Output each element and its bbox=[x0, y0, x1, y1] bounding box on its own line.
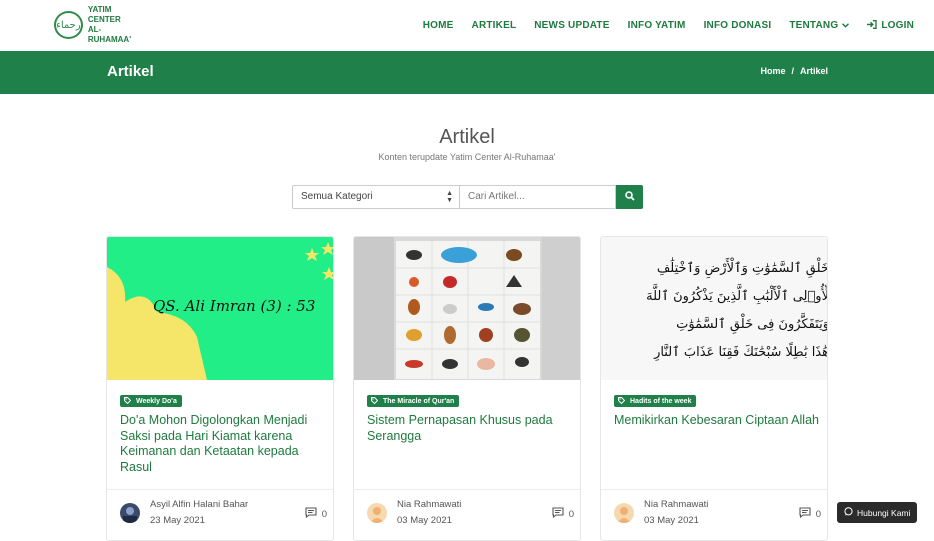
comment-count[interactable]: 0 bbox=[305, 507, 327, 521]
nav-tentang[interactable]: TENTANG bbox=[789, 20, 850, 31]
breadcrumb-separator: / bbox=[791, 66, 794, 76]
comment-count-value: 0 bbox=[321, 508, 327, 520]
login-icon bbox=[867, 19, 877, 32]
comment-count[interactable]: 0 bbox=[552, 507, 574, 521]
article-title[interactable]: Do'a Mohon Digolongkan Menjadi Saksi pad… bbox=[120, 413, 325, 475]
section-subtitle: Konten terupdate Yatim Center Al-Ruhamaa… bbox=[378, 152, 556, 162]
breadcrumb-home[interactable]: Home bbox=[760, 66, 785, 76]
post-date: 03 May 2021 bbox=[397, 515, 452, 526]
author-name: Asyil Alfin Halani Bahar bbox=[150, 499, 249, 510]
nav-login-label: LOGIN bbox=[881, 20, 914, 31]
category-select-value: Semua Kategori bbox=[301, 191, 373, 202]
comment-icon bbox=[799, 507, 811, 521]
main-menu: HOME ARTIKEL NEWS UPDATE INFO YATIM INFO… bbox=[405, 0, 914, 51]
comment-icon bbox=[305, 507, 317, 521]
breadcrumb-current: Artikel bbox=[799, 66, 828, 76]
comment-count-value: 0 bbox=[568, 508, 574, 520]
page-banner: Artikel Home / Artikel bbox=[0, 51, 934, 94]
article-meta: Nia Rahmawati 03 May 2021 0 bbox=[354, 489, 580, 540]
search-icon bbox=[624, 188, 635, 206]
top-navbar: رحماء YATIM CENTER AL-RUHAMAA' HOME ARTI… bbox=[0, 0, 934, 51]
nav-info-yatim[interactable]: INFO YATIM bbox=[628, 20, 686, 31]
nav-home[interactable]: HOME bbox=[423, 20, 454, 31]
logo-text: YATIM CENTER AL-RUHAMAA' bbox=[88, 5, 144, 45]
comment-icon bbox=[552, 507, 564, 521]
category-select[interactable]: Semua Kategori ▲ ▼ bbox=[292, 185, 460, 209]
nav-info-donasi[interactable]: INFO DONASI bbox=[704, 20, 772, 31]
logo-mark: رحماء bbox=[54, 11, 83, 39]
whatsapp-icon bbox=[844, 507, 853, 518]
tag-icon bbox=[618, 396, 626, 406]
article-title[interactable]: Sistem Pernapasan Khusus pada Serangga bbox=[367, 413, 572, 444]
article-card[interactable]: QS. Ali Imran (3) : 53 Weekly Do'a Do'a … bbox=[106, 236, 334, 541]
category-label: The Miracle of Qur'an bbox=[383, 397, 455, 405]
article-meta: Asyil Alfin Halani Bahar 23 May 2021 0 bbox=[107, 489, 333, 540]
avatar bbox=[120, 503, 140, 523]
nav-login[interactable]: LOGIN bbox=[867, 19, 914, 32]
article-title[interactable]: Memikirkan Kebesaran Ciptaan Allah bbox=[614, 413, 819, 429]
author-name: Nia Rahmawati bbox=[644, 499, 709, 510]
post-date: 23 May 2021 bbox=[150, 515, 205, 526]
select-arrows-icon: ▲ ▼ bbox=[446, 190, 453, 204]
tag-icon bbox=[371, 396, 379, 406]
nav-news-update[interactable]: NEWS UPDATE bbox=[534, 20, 609, 31]
category-badge[interactable]: Weekly Do'a bbox=[120, 395, 182, 407]
breadcrumb: Home / Artikel bbox=[760, 66, 828, 76]
category-label: Weekly Do'a bbox=[136, 397, 177, 405]
nav-artikel[interactable]: ARTIKEL bbox=[472, 20, 517, 31]
chevron-down-icon bbox=[842, 21, 850, 30]
contact-button-label: Hubungi Kami bbox=[857, 507, 911, 518]
category-label: Hadits of the week bbox=[630, 397, 692, 405]
contact-button[interactable]: Hubungi Kami bbox=[837, 502, 918, 523]
comment-count[interactable]: 0 bbox=[799, 507, 821, 521]
avatar bbox=[367, 503, 387, 523]
search-button[interactable] bbox=[616, 185, 643, 209]
arabic-line: لِّأُو۟لِى ٱلْأَلْبَٰبِ ٱلَّذِينَ يَذْكُ… bbox=[646, 289, 828, 304]
arabic-text: خَلْقِ ٱلسَّمَٰوَٰتِ وَٱلْأَرْضِ وَٱخْتِ… bbox=[601, 255, 828, 367]
post-date: 03 May 2021 bbox=[644, 515, 699, 526]
site-logo[interactable]: رحماء YATIM CENTER AL-RUHAMAA' bbox=[54, 5, 144, 44]
article-card[interactable]: The Miracle of Qur'an Sistem Pernapasan … bbox=[353, 236, 581, 541]
section-title: Artikel bbox=[439, 126, 495, 148]
author-name: Nia Rahmawati bbox=[397, 499, 462, 510]
article-card[interactable]: خَلْقِ ٱلسَّمَٰوَٰتِ وَٱلْأَرْضِ وَٱخْتِ… bbox=[600, 236, 828, 541]
logo-line-1: YATIM CENTER bbox=[87, 5, 121, 24]
category-badge[interactable]: The Miracle of Qur'an bbox=[367, 395, 460, 407]
search-input[interactable]: Cari Artikel... bbox=[460, 185, 616, 209]
article-image[interactable] bbox=[354, 237, 580, 380]
arabic-line: خَلْقِ ٱلسَّمَٰوَٰتِ وَٱلْأَرْضِ وَٱخْتِ… bbox=[656, 261, 828, 276]
logo-line-2: AL-RUHAMAA' bbox=[87, 25, 132, 44]
avatar bbox=[614, 503, 634, 523]
article-image[interactable]: QS. Ali Imran (3) : 53 bbox=[107, 237, 333, 380]
category-badge[interactable]: Hadits of the week bbox=[614, 395, 697, 407]
article-image[interactable]: خَلْقِ ٱلسَّمَٰوَٰتِ وَٱلْأَرْضِ وَٱخْتِ… bbox=[601, 237, 828, 380]
tag-icon bbox=[124, 396, 132, 406]
arabic-line: هَٰذَا بَٰطِلًا سُبْحَٰنَكَ فَقِنَا عَذَ… bbox=[654, 345, 828, 360]
nav-tentang-label: TENTANG bbox=[789, 20, 839, 31]
article-meta: Nia Rahmawati 03 May 2021 0 bbox=[601, 489, 827, 540]
arabic-line: وَيَتَفَكَّرُونَ فِى خَلْقِ ٱلسَّمَٰوَٰت… bbox=[676, 317, 828, 332]
article-filter: Semua Kategori ▲ ▼ Cari Artikel... bbox=[292, 185, 643, 209]
page-title: Artikel bbox=[107, 63, 154, 80]
image-caption: QS. Ali Imran (3) : 53 bbox=[153, 297, 316, 315]
comment-count-value: 0 bbox=[815, 508, 821, 520]
